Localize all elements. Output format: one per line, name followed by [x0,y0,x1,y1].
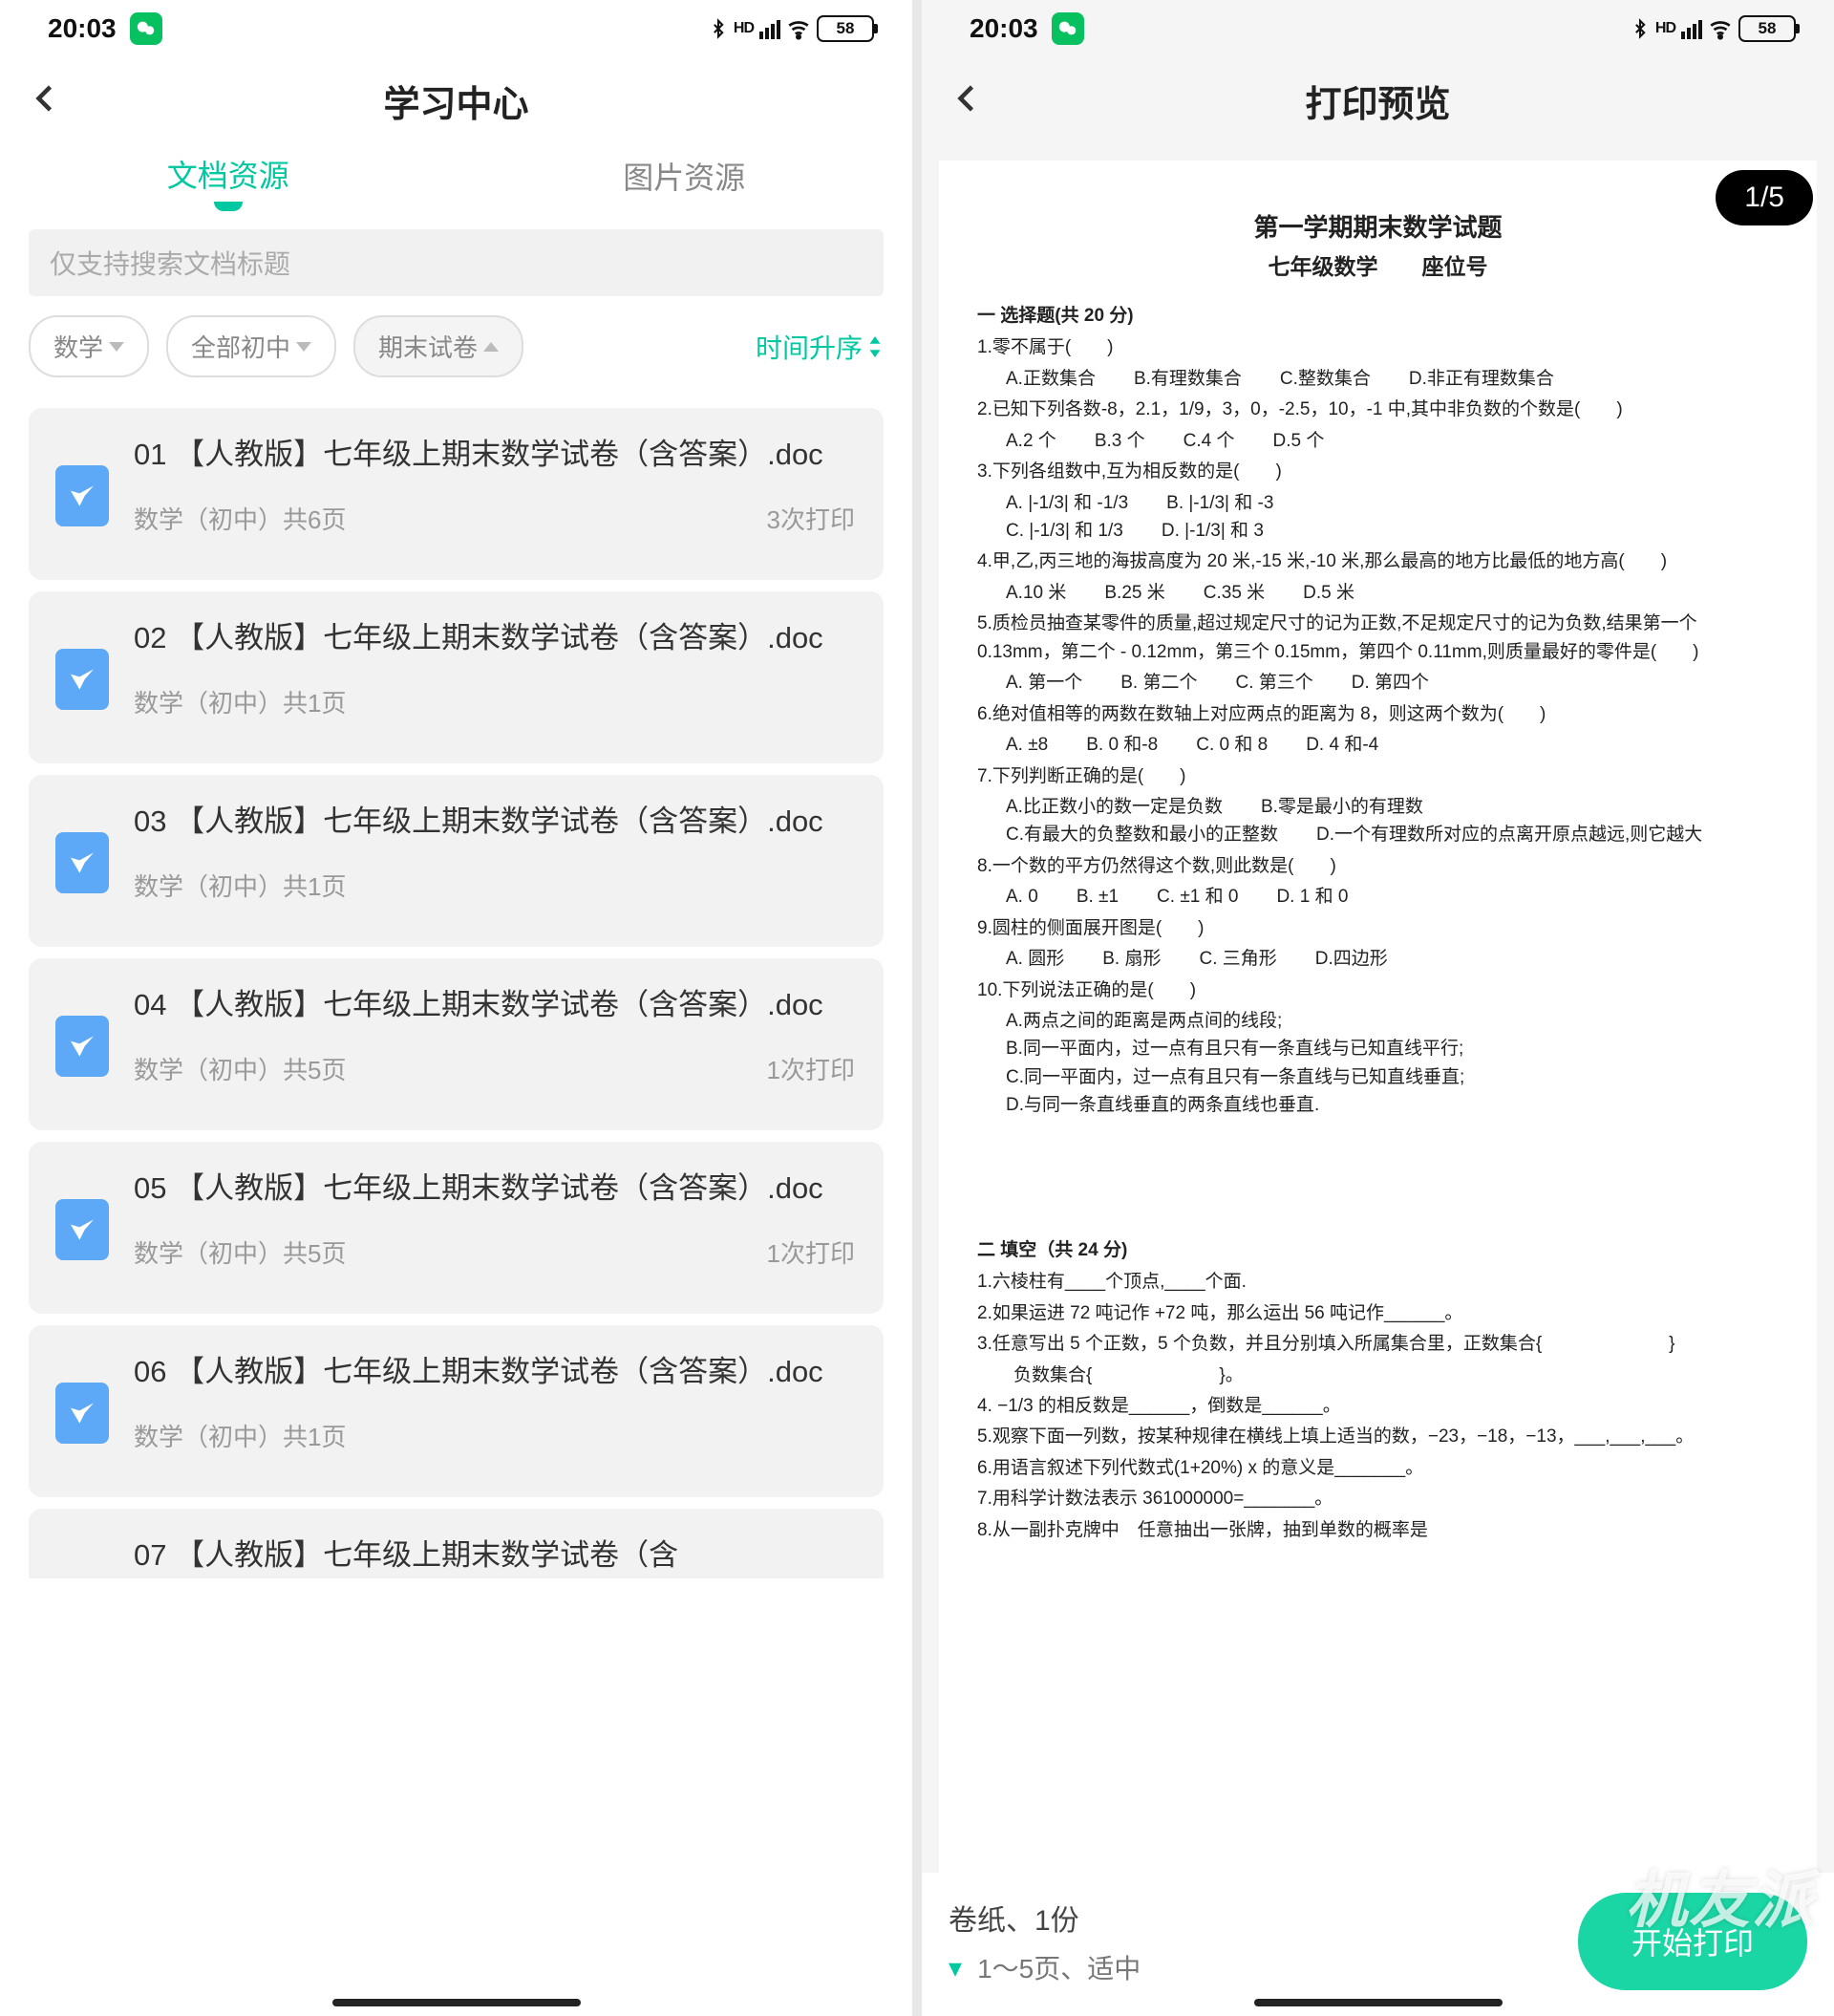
list-item[interactable]: 04 【人教版】七年级上期末数学试卷（含答案）.doc 数学（初中）共5页 1次打… [29,958,884,1130]
doc-meta: 数学（初中）共1页 [134,868,346,903]
doc-icon [55,832,109,893]
list-item[interactable]: 01 【人教版】七年级上期末数学试卷（含答案）.doc 数学（初中）共6页 3次打… [29,408,884,580]
status-time: 20:03 [970,13,1038,44]
search-input[interactable]: 仅支持搜索文档标题 [29,229,884,296]
home-indicator[interactable] [332,1999,581,2006]
filter-grade[interactable]: 全部初中 [166,315,336,377]
header: 打印预览 [922,57,1834,143]
doc-meta: 数学（初中）共1页 [134,1418,346,1453]
page-indicator: 1/5 [1716,170,1813,225]
doc-prints: 1次打印 [767,1234,855,1270]
doc-meta: 数学（初中）共5页 [134,1234,346,1270]
back-button[interactable] [29,81,63,120]
doc-title: 03 【人教版】七年级上期末数学试卷（含答案）.doc [134,800,855,845]
filter-subject[interactable]: 数学 [29,315,149,377]
doc-icon [55,1016,109,1077]
battery-icon: 58 [817,15,874,42]
back-button[interactable] [950,81,985,120]
list-item[interactable]: 07 【人教版】七年级上期末数学试卷（含 [29,1509,884,1578]
doc-meta: 数学（初中）共1页 [134,684,346,719]
doc-meta: 数学（初中）共6页 [134,501,346,536]
doc-title: 07 【人教版】七年级上期末数学试卷（含 [134,1533,855,1578]
filter-type[interactable]: 期末试卷 [353,315,523,377]
signal-icon [759,18,780,39]
page-title: 打印预览 [922,75,1834,127]
doc-list: 01 【人教版】七年级上期末数学试卷（含答案）.doc 数学（初中）共6页 3次打… [0,397,912,2016]
list-item[interactable]: 02 【人教版】七年级上期末数学试卷（含答案）.doc 数学（初中）共1页 [29,591,884,763]
watermark: 机友派 [1626,1852,1815,1940]
chevron-up-icon [483,342,499,352]
doc-title: 02 【人教版】七年级上期末数学试卷（含答案）.doc [134,616,855,661]
list-item[interactable]: 05 【人教版】七年级上期末数学试卷（含答案）.doc 数学（初中）共5页 1次打… [29,1142,884,1314]
preview-page[interactable]: 1/5 第一学期期末数学试题 七年级数学 座位号 一 选择题(共 20 分) 1… [939,161,1817,1873]
status-time: 20:03 [48,13,117,44]
bluetooth-icon [709,16,728,41]
left-screen: 20:03 HD 58 学习中心 文档资源 图片资源 仅支持搜索文档标题 数学 … [0,0,912,2016]
chevron-down-icon: ▾ [949,1952,962,1984]
doc-prints: 1次打印 [767,1051,855,1086]
wifi-icon [786,16,811,41]
battery-icon: 58 [1738,15,1796,42]
doc-icon [55,1383,109,1444]
chevron-down-icon [109,342,124,352]
paper-content: 第一学期期末数学试题 七年级数学 座位号 一 选择题(共 20 分) 1.零不属… [939,161,1817,1566]
sort-button[interactable]: 时间升序 [756,328,884,366]
header: 学习中心 [0,57,912,143]
doc-icon [55,465,109,526]
hd-icon: HD [1655,20,1675,37]
wechat-icon [1052,12,1084,45]
doc-meta: 数学（初中）共5页 [134,1051,346,1086]
list-item[interactable]: 03 【人教版】七年级上期末数学试卷（含答案）.doc 数学（初中）共1页 [29,775,884,947]
wechat-icon [130,12,162,45]
status-bar: 20:03 HD 58 [922,0,1834,57]
doc-icon [55,1199,109,1260]
doc-title: 04 【人教版】七年级上期末数学试卷（含答案）.doc [134,983,855,1028]
signal-icon [1681,18,1702,39]
list-item[interactable]: 06 【人教版】七年级上期末数学试卷（含答案）.doc 数学（初中）共1页 [29,1325,884,1497]
home-indicator[interactable] [1254,1999,1503,2006]
page-title: 学习中心 [0,75,912,127]
status-bar: 20:03 HD 58 [0,0,912,57]
doc-title: 06 【人教版】七年级上期末数学试卷（含答案）.doc [134,1350,855,1395]
doc-title: 01 【人教版】七年级上期末数学试卷（含答案）.doc [134,433,855,478]
doc-prints: 3次打印 [767,501,855,536]
tab-images[interactable]: 图片资源 [457,143,913,220]
tab-docs[interactable]: 文档资源 [0,143,457,220]
doc-icon [55,649,109,710]
wifi-icon [1708,16,1733,41]
right-screen: 20:03 HD 58 打印预览 1/5 第一学期期末数学试题 七年级数学 座位… [922,0,1834,2016]
bluetooth-icon [1631,16,1650,41]
hd-icon: HD [734,20,754,37]
tabs: 文档资源 图片资源 [0,143,912,220]
chevron-down-icon [296,342,311,352]
doc-title: 05 【人教版】七年级上期末数学试卷（含答案）.doc [134,1167,855,1212]
filters: 数学 全部初中 期末试卷 时间升序 [0,315,912,397]
print-settings[interactable]: 卷纸、1份 ▾1～5页、适中 [949,1897,1559,1986]
